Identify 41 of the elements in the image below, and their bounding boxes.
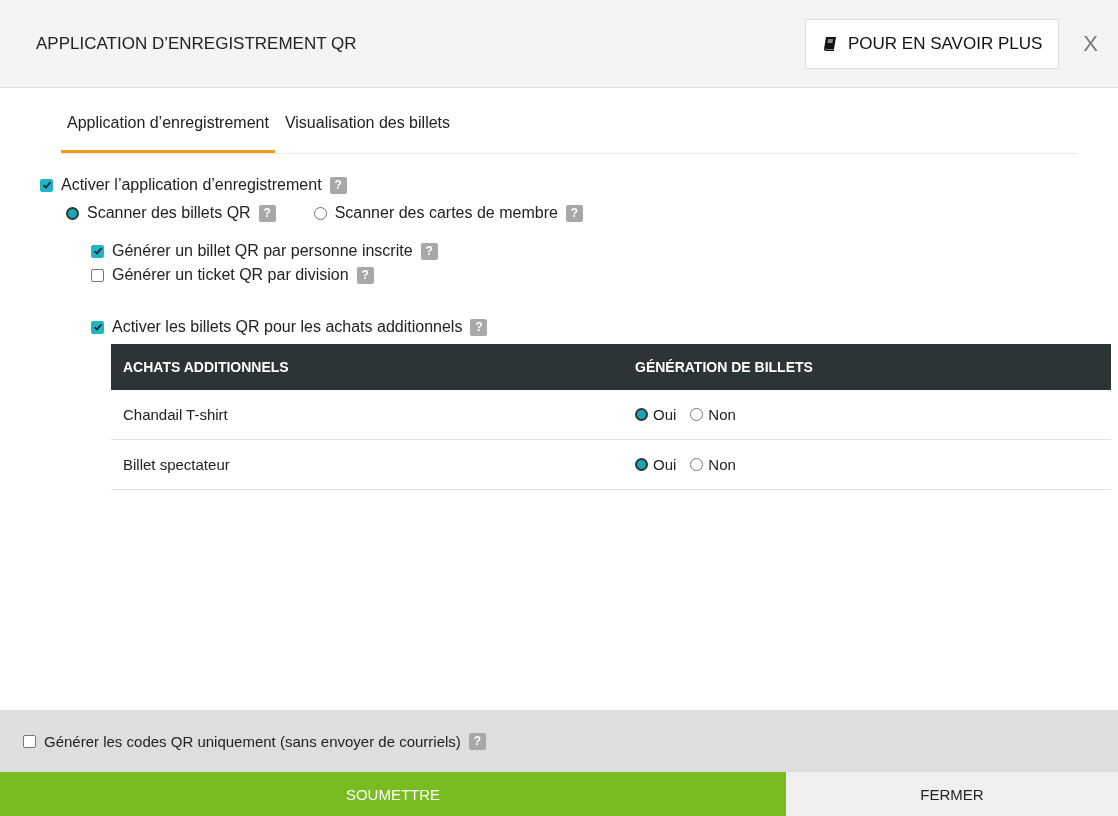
- help-badge[interactable]: ?: [356, 266, 374, 284]
- option-label: Activer l’application d’enregistrement: [61, 176, 322, 194]
- radio-button[interactable]: [635, 458, 648, 471]
- dialog-title: APPLICATION D’ENREGISTREMENT QR: [36, 33, 358, 54]
- option-label: Oui: [653, 406, 677, 423]
- tab[interactable]: Application d’enregistrement: [61, 102, 275, 153]
- option-label: Non: [708, 456, 736, 473]
- option-label: Générer les codes QR uniquement (sans envoyer de courriels): [44, 732, 461, 750]
- submit-button[interactable]: SOUMETTRE: [0, 772, 786, 816]
- learn-more-button[interactable]: POUR EN SAVOIR PLUS: [805, 18, 1060, 69]
- tab[interactable]: Visualisation des billets: [278, 102, 457, 153]
- option-label: Oui: [653, 456, 677, 473]
- help-badge[interactable]: ?: [420, 242, 438, 260]
- help-badge[interactable]: ?: [258, 204, 276, 222]
- help-badge[interactable]: ?: [470, 318, 488, 336]
- option-label: Activer les billets QR pour les achats additionnels: [112, 318, 463, 336]
- option-label: Scanner des billets QR: [87, 204, 251, 222]
- checkbox[interactable]: [40, 178, 53, 192]
- option-label: Générer un billet QR par personne inscrite: [112, 242, 413, 260]
- table-cell: Billet spectateur: [123, 456, 230, 473]
- radio-button[interactable]: [690, 458, 704, 471]
- checkbox[interactable]: [91, 268, 104, 282]
- option-label: Non: [708, 406, 736, 423]
- book-icon: [822, 35, 838, 52]
- close-button[interactable]: X: [1079, 30, 1102, 57]
- checkbox[interactable]: [91, 244, 104, 258]
- help-badge[interactable]: ?: [565, 204, 583, 222]
- radio-button[interactable]: [635, 408, 648, 421]
- checkbox[interactable]: [91, 320, 104, 334]
- radio-button[interactable]: [313, 206, 327, 220]
- radio-button[interactable]: [690, 408, 704, 421]
- help-badge[interactable]: ?: [329, 176, 347, 194]
- table-cell: Chandail T-shirt: [123, 406, 228, 423]
- radio-button[interactable]: [66, 206, 79, 220]
- option-label: Scanner des cartes de membre: [334, 204, 558, 222]
- checkbox[interactable]: [23, 734, 36, 748]
- help-badge[interactable]: ?: [468, 732, 486, 750]
- column-header: GÉNÉRATION DE BILLETS: [623, 344, 1111, 390]
- option-label: Générer un ticket QR par division: [112, 266, 349, 284]
- close-dialog-button[interactable]: FERMER: [786, 772, 1118, 816]
- column-header: ACHATS ADDITIONNELS: [111, 344, 623, 390]
